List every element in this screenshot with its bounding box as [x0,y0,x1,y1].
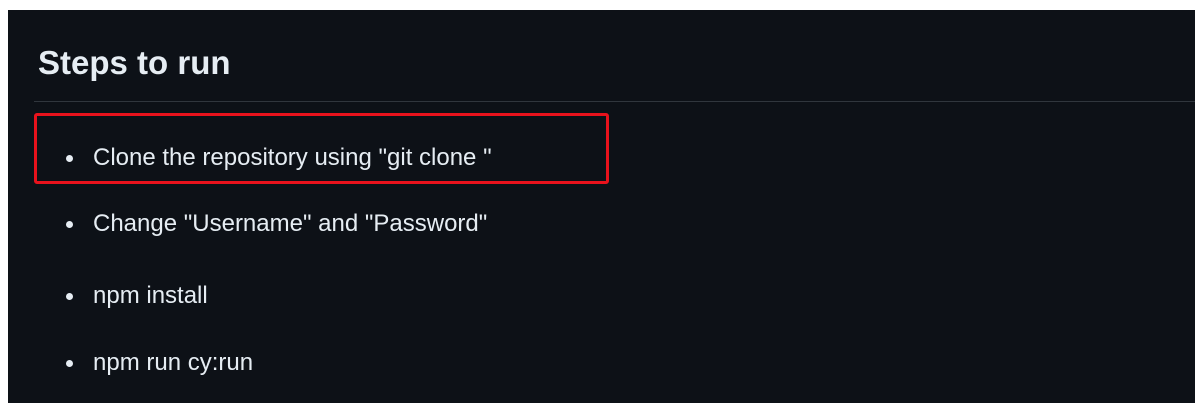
step-text: npm run cy:run [93,349,254,376]
bullet-icon [66,360,73,367]
bullet-icon [66,293,73,300]
heading-divider [34,101,1195,102]
step-text: Change "Username" and "Password" [93,210,488,237]
section-heading: Steps to run [38,44,231,81]
step-text: npm install [93,282,208,309]
highlight-annotation-box [34,113,609,184]
bullet-icon [66,221,73,228]
readme-panel: Steps to run Clone the repository using … [8,10,1195,403]
